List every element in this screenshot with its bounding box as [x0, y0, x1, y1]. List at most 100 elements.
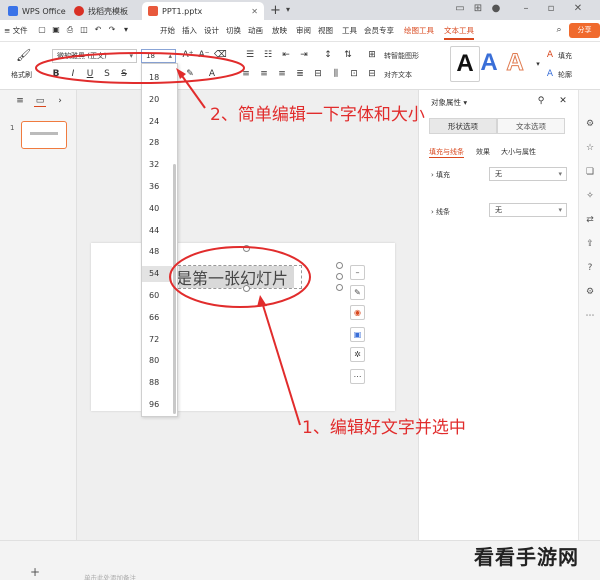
more-icon[interactable]: ⋯ [584, 310, 596, 322]
share-icon[interactable]: ⇪ [584, 238, 596, 250]
clear-format-icon[interactable]: ⌫ [214, 50, 227, 60]
chevron-down-icon[interactable]: ▾ [286, 5, 290, 14]
format-painter-label[interactable]: 格式刷 [11, 70, 32, 80]
undo-icon[interactable]: ↶ [92, 25, 104, 34]
italic-icon[interactable]: I [67, 69, 79, 79]
font-size-option[interactable]: 18 [142, 70, 172, 86]
layers-icon[interactable]: ❏ [584, 166, 596, 178]
text-style-outline[interactable]: A [500, 46, 530, 82]
smart-graphic-label[interactable]: 转智能图形 [384, 51, 419, 61]
menu-member[interactable]: 会员专享 [364, 25, 394, 36]
highlight-icon[interactable]: ✎ [184, 69, 196, 79]
underline-icon[interactable]: U [84, 69, 96, 79]
font-size-option[interactable]: 72 [142, 332, 172, 348]
font-size-option[interactable]: 28 [142, 135, 172, 151]
smart-graphic-icon[interactable]: ⊞ [366, 50, 378, 60]
align-left-icon[interactable]: ≡ [240, 69, 252, 79]
fill-select[interactable]: 无 ▾ [489, 167, 567, 181]
folder-icon[interactable]: ▢ [36, 25, 48, 34]
close-window-icon[interactable]: ✕ [572, 3, 584, 15]
subtab-effects[interactable]: 效果 [476, 147, 490, 157]
distribute-icon[interactable]: ⊟ [312, 69, 324, 79]
outline-label[interactable]: 轮廓 [558, 70, 572, 80]
menu-start[interactable]: 开始 [160, 25, 175, 36]
indent-increase-icon[interactable]: ⇥ [298, 50, 310, 60]
justify-icon[interactable]: ≣ [294, 69, 306, 79]
slide-canvas[interactable]: 是第一张幻灯片 – ✎ ◉ ▣ ✲ ⋯ [91, 243, 395, 411]
slide-thumbnail[interactable] [21, 121, 67, 149]
chevron-right-icon[interactable]: › [54, 96, 66, 106]
align-center-icon[interactable]: ≡ [258, 69, 270, 79]
animation-icon[interactable]: ✧ [584, 190, 596, 202]
notes-placeholder[interactable]: 单击此处添加备注 [84, 572, 136, 580]
slide-view-icon[interactable]: ▭ [34, 96, 46, 107]
menu-review[interactable]: 审阅 [296, 25, 311, 36]
fill-quick-icon[interactable]: ◉ [350, 305, 365, 320]
text-box-icon[interactable]: ⊡ [348, 69, 360, 79]
menu-insert[interactable]: 插入 [182, 25, 197, 36]
more-icon[interactable]: ⋯ [350, 369, 365, 384]
font-size-option[interactable]: 48 [142, 244, 172, 260]
window-layout-icon[interactable]: ▭ [454, 3, 466, 15]
decrease-font-icon[interactable]: A⁻ [198, 50, 210, 60]
close-icon[interactable]: ✕ [251, 7, 258, 16]
line-select[interactable]: 无 ▾ [489, 203, 567, 217]
text-fill-icon[interactable]: A [544, 50, 556, 60]
star-icon[interactable]: ☆ [584, 142, 596, 154]
preview-icon[interactable]: ◫ [78, 25, 90, 34]
pin-icon[interactable]: ⚲ [535, 96, 547, 106]
menu-transition[interactable]: 切换 [226, 25, 241, 36]
font-size-option[interactable]: 32 [142, 157, 172, 173]
align-right-icon[interactable]: ≡ [276, 69, 288, 79]
font-size-option[interactable]: 96 [142, 397, 172, 413]
font-color-icon[interactable]: A [206, 69, 218, 79]
menu-view[interactable]: 视图 [318, 25, 333, 36]
resize-handle-top-right[interactable] [336, 262, 343, 269]
tab-wps-office[interactable]: WPS Office [2, 2, 66, 20]
font-size-option[interactable]: 54 [142, 266, 172, 283]
dropdown-scrollbar[interactable] [173, 164, 176, 414]
tab-template[interactable]: 找稻壳模板 [68, 2, 142, 20]
font-size-option[interactable]: 36 [142, 179, 172, 195]
format-painter-icon[interactable]: 🖌 [16, 48, 31, 62]
transition-icon[interactable]: ⇄ [584, 214, 596, 226]
indent-decrease-icon[interactable]: ⇤ [280, 50, 292, 60]
close-icon[interactable]: ✕ [557, 96, 569, 106]
fill-label[interactable]: 填充 [558, 51, 572, 61]
minimize-icon[interactable]: – [520, 3, 532, 15]
resize-handle-bottom-right[interactable] [336, 284, 343, 291]
collapse-toolbar-icon[interactable]: – [350, 265, 365, 280]
grid-icon[interactable]: ⊞ [472, 3, 484, 15]
search-icon[interactable]: ⌕ [553, 25, 565, 35]
font-size-option[interactable]: 88 [142, 375, 172, 391]
font-size-option[interactable]: 40 [142, 201, 172, 217]
strikethrough-icon[interactable]: S [118, 69, 130, 79]
add-tab-button[interactable]: + [270, 3, 281, 18]
chevron-down-icon[interactable]: ▾ [532, 60, 544, 68]
print-icon[interactable]: ⎙ [64, 25, 76, 35]
subtab-size-props[interactable]: 大小与属性 [501, 147, 536, 157]
menu-design[interactable]: 设计 [204, 25, 219, 36]
maximize-icon[interactable]: ▫ [545, 3, 557, 15]
align-text-label[interactable]: 对齐文本 [384, 70, 412, 80]
font-size-select[interactable]: 18 ▴ [141, 49, 176, 63]
fill-row-label[interactable]: › 填充 [431, 170, 450, 180]
tab-ppt1[interactable]: PPT1.pptx ✕ [142, 2, 264, 20]
outline-view-icon[interactable]: ≡ [14, 96, 26, 106]
line-spacing-icon[interactable]: ↕ [322, 50, 334, 60]
font-size-option[interactable]: 20 [142, 92, 172, 108]
settings-icon[interactable]: ⚙ [584, 286, 596, 298]
share-button[interactable]: 分享 [569, 23, 600, 38]
font-size-option[interactable]: 44 [142, 223, 172, 239]
font-size-dropdown[interactable]: 18 20 24 28 32 36 40 44 48 54 60 66 72 80 88 96 [141, 63, 178, 417]
increase-font-icon[interactable]: A⁺ [182, 50, 194, 60]
help-icon[interactable]: ? [584, 262, 596, 274]
subtab-fill-line[interactable]: 填充与线条 [429, 147, 464, 158]
bold-icon[interactable]: B [50, 69, 62, 79]
font-size-option[interactable]: 60 [142, 288, 172, 304]
text-outline-icon[interactable]: A [544, 69, 556, 79]
font-size-option[interactable]: 80 [142, 353, 172, 369]
resize-handle-bottom[interactable] [243, 285, 250, 292]
properties-icon[interactable]: ⚙ [584, 118, 596, 130]
font-size-option[interactable]: 66 [142, 310, 172, 326]
